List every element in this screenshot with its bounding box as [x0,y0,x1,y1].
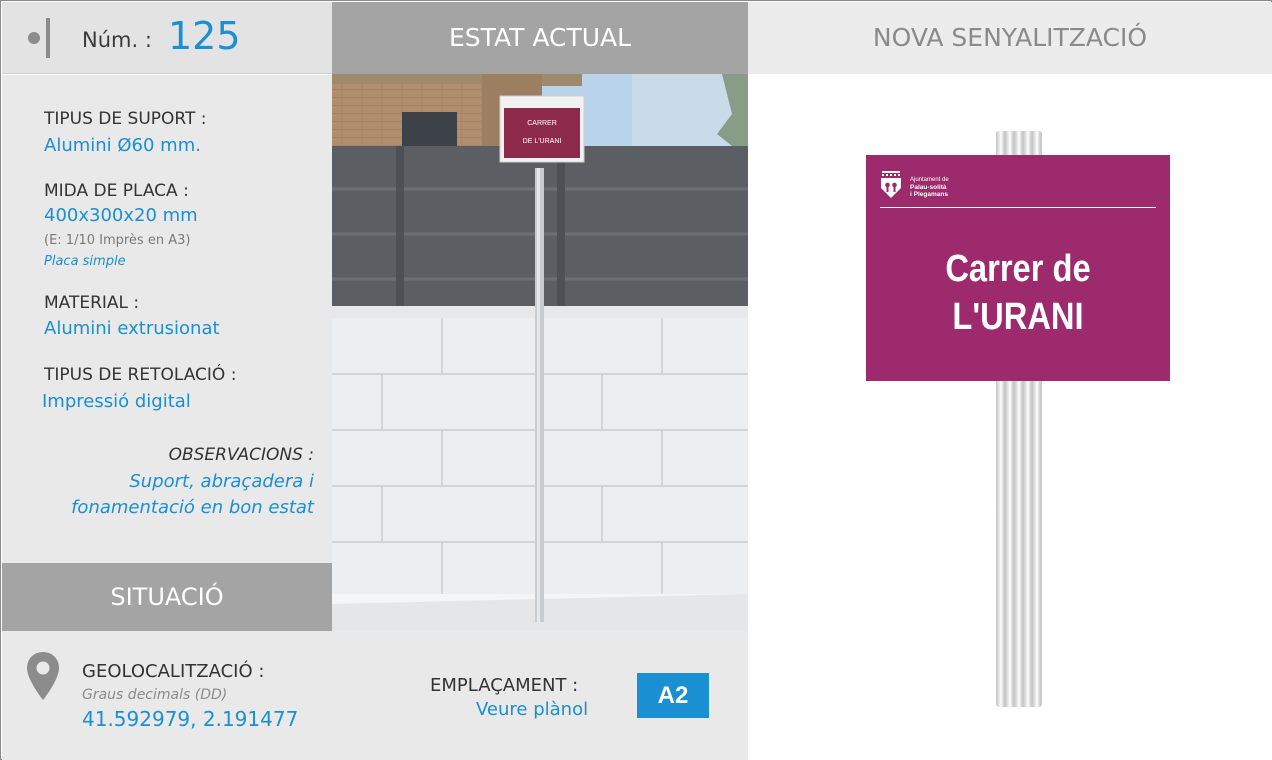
observations-label: OBSERVACIONS : [168,445,314,465]
support-label: TIPUS DE SUPORT : [44,109,207,129]
sheet-number-header: Núm. : 125 [2,2,332,74]
situation-panel: GEOLOCALITZACIÓ : Graus decimals (DD) 41… [2,631,748,760]
municipality-name: Ajuntament de Palau-solità i Plegamans [910,177,949,198]
street-sign-photo [332,74,748,631]
current-state-header: ESTAT ACTUAL [332,2,748,74]
lettering-label: TIPUS DE RETOLACIÓ : [44,365,237,385]
support-value: Alumini Ø60 mm. [44,135,201,156]
sign-text-line-1: Carrer de [945,248,1091,290]
signage-sheet: Núm. : 125 TIPUS DE SUPORT : Alumini Ø60… [0,0,1272,760]
municipal-crest-icon [881,171,901,198]
plate-scale-note: (E: 1/10 Imprès en A3) [44,233,191,248]
map-pin-icon [27,652,59,700]
sign-divider [880,207,1156,208]
org-line-1: Ajuntament de [910,177,949,183]
org-line-3: i Plegamans [910,191,948,198]
specs-panel: TIPUS DE SUPORT : Alumini Ø60 mm. MIDA D… [2,75,332,563]
number-label: Núm. : [82,28,152,52]
geolocation-label: GEOLOCALITZACIÓ : [82,661,265,682]
org-line-2: Palau-solità [910,184,947,191]
location-code-badge: A2 [637,673,709,718]
photo-sign-line-2: DE L'URANI [522,138,562,145]
sign-street-name: Carrer de L'URANI [887,245,1148,341]
bullet-bar-icon [46,18,50,58]
view-map-link[interactable]: Veure plànol [476,699,588,720]
material-label: MATERIAL : [44,293,140,313]
geolocation-value: 41.592979, 2.191477 [82,707,299,731]
number-value: 125 [168,14,241,58]
observations-line-2: fonamentació en bon estat [71,497,314,518]
lettering-value: Impressió digital [42,391,191,412]
current-state-photo: CARRER DE L'URANI [332,74,748,631]
new-signage-panel: Ajuntament de Palau-solità i Plegamans C… [748,74,1272,760]
sign-text-line-2: L'URANI [952,296,1084,338]
situation-header: SITUACIÓ [2,563,332,631]
plate-type: Placa simple [44,254,126,269]
material-value: Alumini extrusionat [44,318,220,339]
location-label: EMPLAÇAMENT : [430,675,579,696]
geolocation-note: Graus decimals (DD) [82,687,228,703]
plate-size-label: MIDA DE PLACA : [44,181,189,201]
bullet-dot-icon [28,32,40,44]
plate-size-value: 400x300x20 mm [44,205,198,226]
new-street-sign: Ajuntament de Palau-solità i Plegamans C… [866,155,1170,381]
observations-line-1: Suport, abraçadera i [129,471,314,492]
new-signage-header: NOVA SENYALITZACIÓ [748,2,1272,74]
photo-sign-line-1: CARRER [527,120,557,127]
